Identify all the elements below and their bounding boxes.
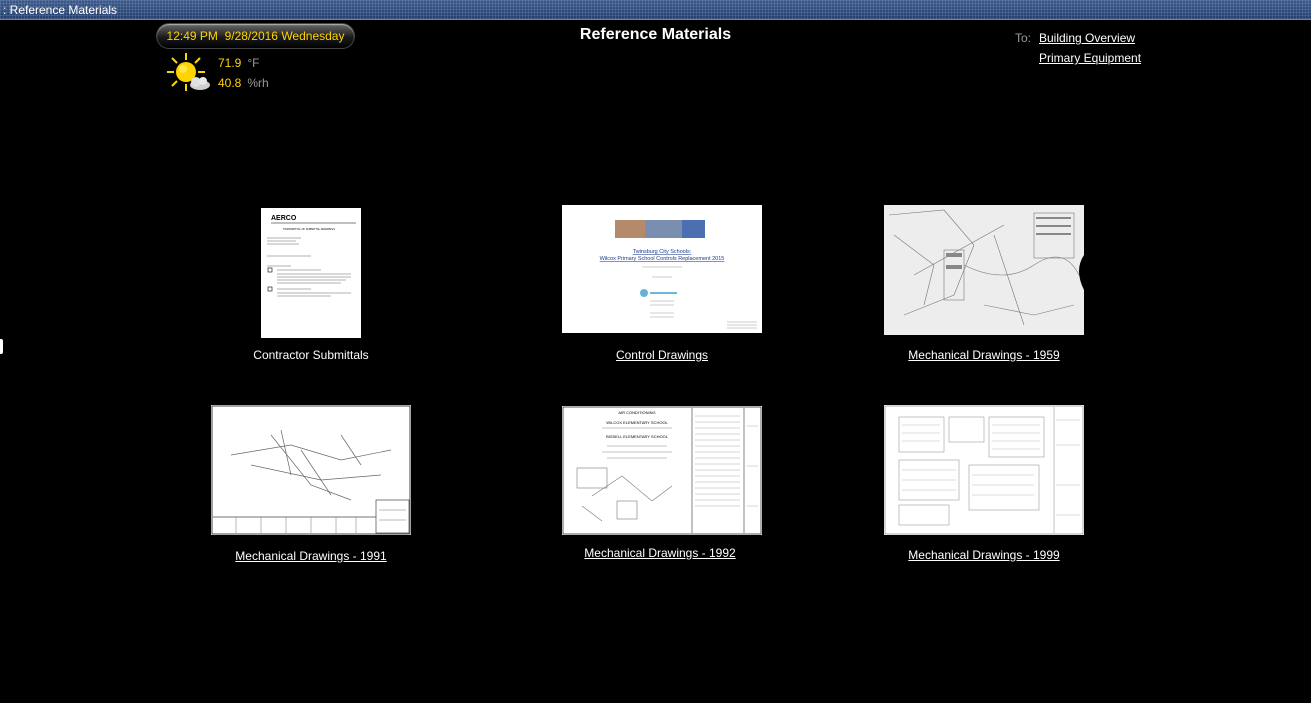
link-primary-equipment[interactable]: Primary Equipment [1039, 51, 1141, 65]
nav-to-label: To: [1015, 31, 1032, 45]
doc-label-contractor-submittals: Contractor Submittals [253, 348, 369, 362]
side-handle[interactable] [0, 339, 3, 354]
temperature-reading: 71.9 °F [218, 56, 260, 70]
link-control-drawings[interactable]: Control Drawings [512, 348, 812, 362]
thumb-logo: AERCO [271, 215, 297, 222]
thumbnail-mechanical-drawings-1959[interactable] [884, 205, 1084, 335]
window-title: : Reference Materials [3, 3, 118, 17]
humidity-reading: 40.8 %rh [218, 76, 269, 90]
thumbnail-mechanical-drawings-1991[interactable] [211, 405, 411, 535]
thumb-line3: BISSELL ELEMENTARY SCHOOL [606, 434, 669, 439]
window-title-bar: : Reference Materials [0, 0, 1311, 20]
thumbnail-mechanical-drawings-1992[interactable]: AIR CONDITIONING WILCOX ELEMENTARY SCHOO… [562, 406, 762, 535]
link-mechanical-drawings-1991[interactable]: Mechanical Drawings - 1991 [161, 549, 461, 563]
thumbnail-mechanical-drawings-1999[interactable] [884, 405, 1084, 535]
humidity-value: 40.8 [218, 76, 242, 90]
link-mechanical-drawings-1959[interactable]: Mechanical Drawings - 1959 [834, 348, 1134, 362]
thumb-line2: Wilcox Primary School Controls Replaceme… [600, 256, 725, 262]
humidity-unit: %rh [247, 76, 269, 90]
temperature-unit: °F [247, 56, 260, 70]
link-mechanical-drawings-1999[interactable]: Mechanical Drawings - 1999 [834, 548, 1134, 562]
thumb-line1: Twinsburg City Schools: [633, 249, 692, 255]
thumb-heading: TRANSMITTAL OF SUBMITTAL DRAWINGS [283, 227, 335, 231]
link-mechanical-drawings-1992[interactable]: Mechanical Drawings - 1992 [510, 546, 810, 560]
thumb-line2: WILCOX ELEMENTARY SCHOOL [606, 420, 668, 425]
thumb-line1: AIR CONDITIONING [618, 410, 655, 415]
temperature-value: 71.9 [218, 56, 242, 70]
thumbnail-contractor-submittals[interactable]: AERCO TRANSMITTAL OF SUBMITTAL DRAWINGS [261, 208, 361, 338]
partly-sunny-icon [166, 52, 212, 94]
link-building-overview[interactable]: Building Overview [1039, 31, 1135, 45]
thumbnail-control-drawings[interactable]: Twinsburg City Schools: Wilcox Primary S… [562, 205, 762, 333]
